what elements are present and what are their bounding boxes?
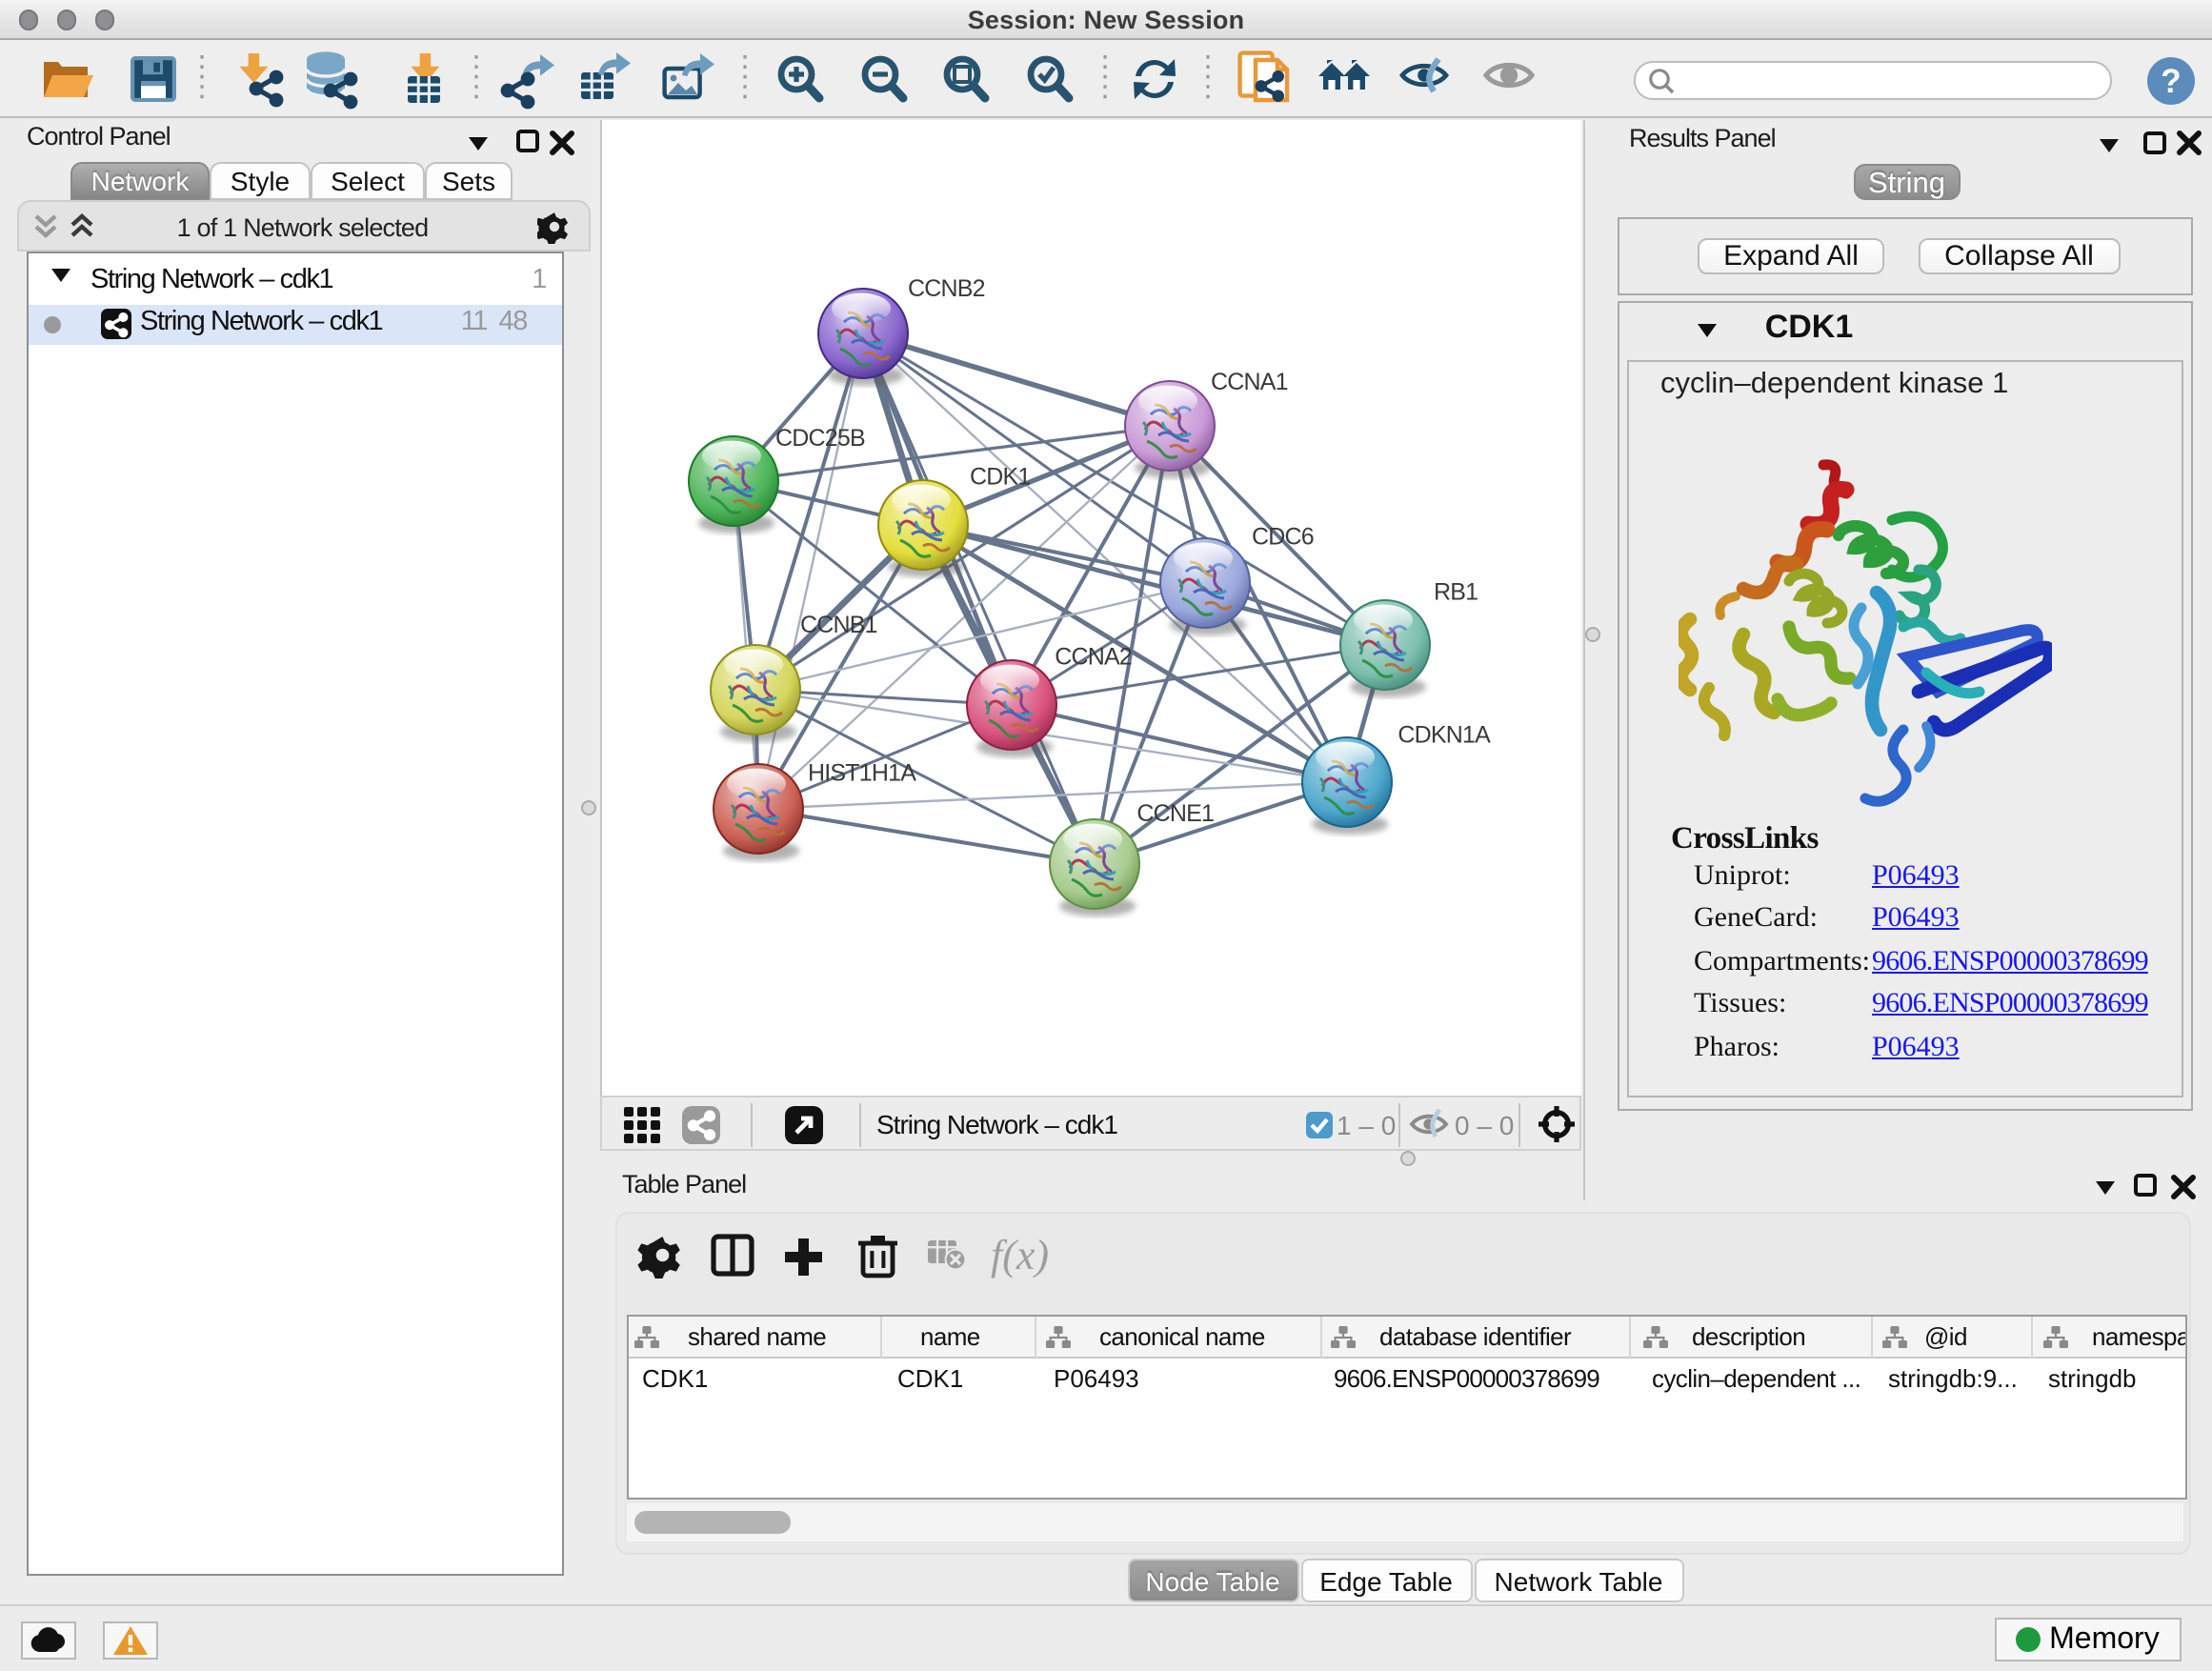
svg-text:String Network – cdk1: String Network – cdk1 (876, 1109, 1117, 1138)
svg-text:?: ? (2161, 63, 2181, 100)
svg-text:CDK1: CDK1 (970, 463, 1031, 490)
svg-text:CCNA1: CCNA1 (1211, 368, 1288, 394)
svg-text:CDC25B: CDC25B (775, 424, 865, 451)
svg-text:CCNB2: CCNB2 (908, 274, 985, 301)
svg-text:CCNB1: CCNB1 (800, 611, 877, 637)
svg-text:CCNA2: CCNA2 (1055, 643, 1132, 670)
svg-text:CCNE1: CCNE1 (1136, 799, 1214, 826)
svg-text:RB1: RB1 (1434, 577, 1478, 604)
svg-text:f(x): f(x) (991, 1232, 1049, 1278)
svg-text:CDC6: CDC6 (1252, 523, 1314, 550)
svg-text:CDKN1A: CDKN1A (1398, 720, 1491, 747)
svg-text:HIST1H1A: HIST1H1A (808, 758, 916, 785)
svg-text:0 – 0: 0 – 0 (1455, 1110, 1514, 1139)
svg-text:1 – 0: 1 – 0 (1337, 1110, 1396, 1139)
